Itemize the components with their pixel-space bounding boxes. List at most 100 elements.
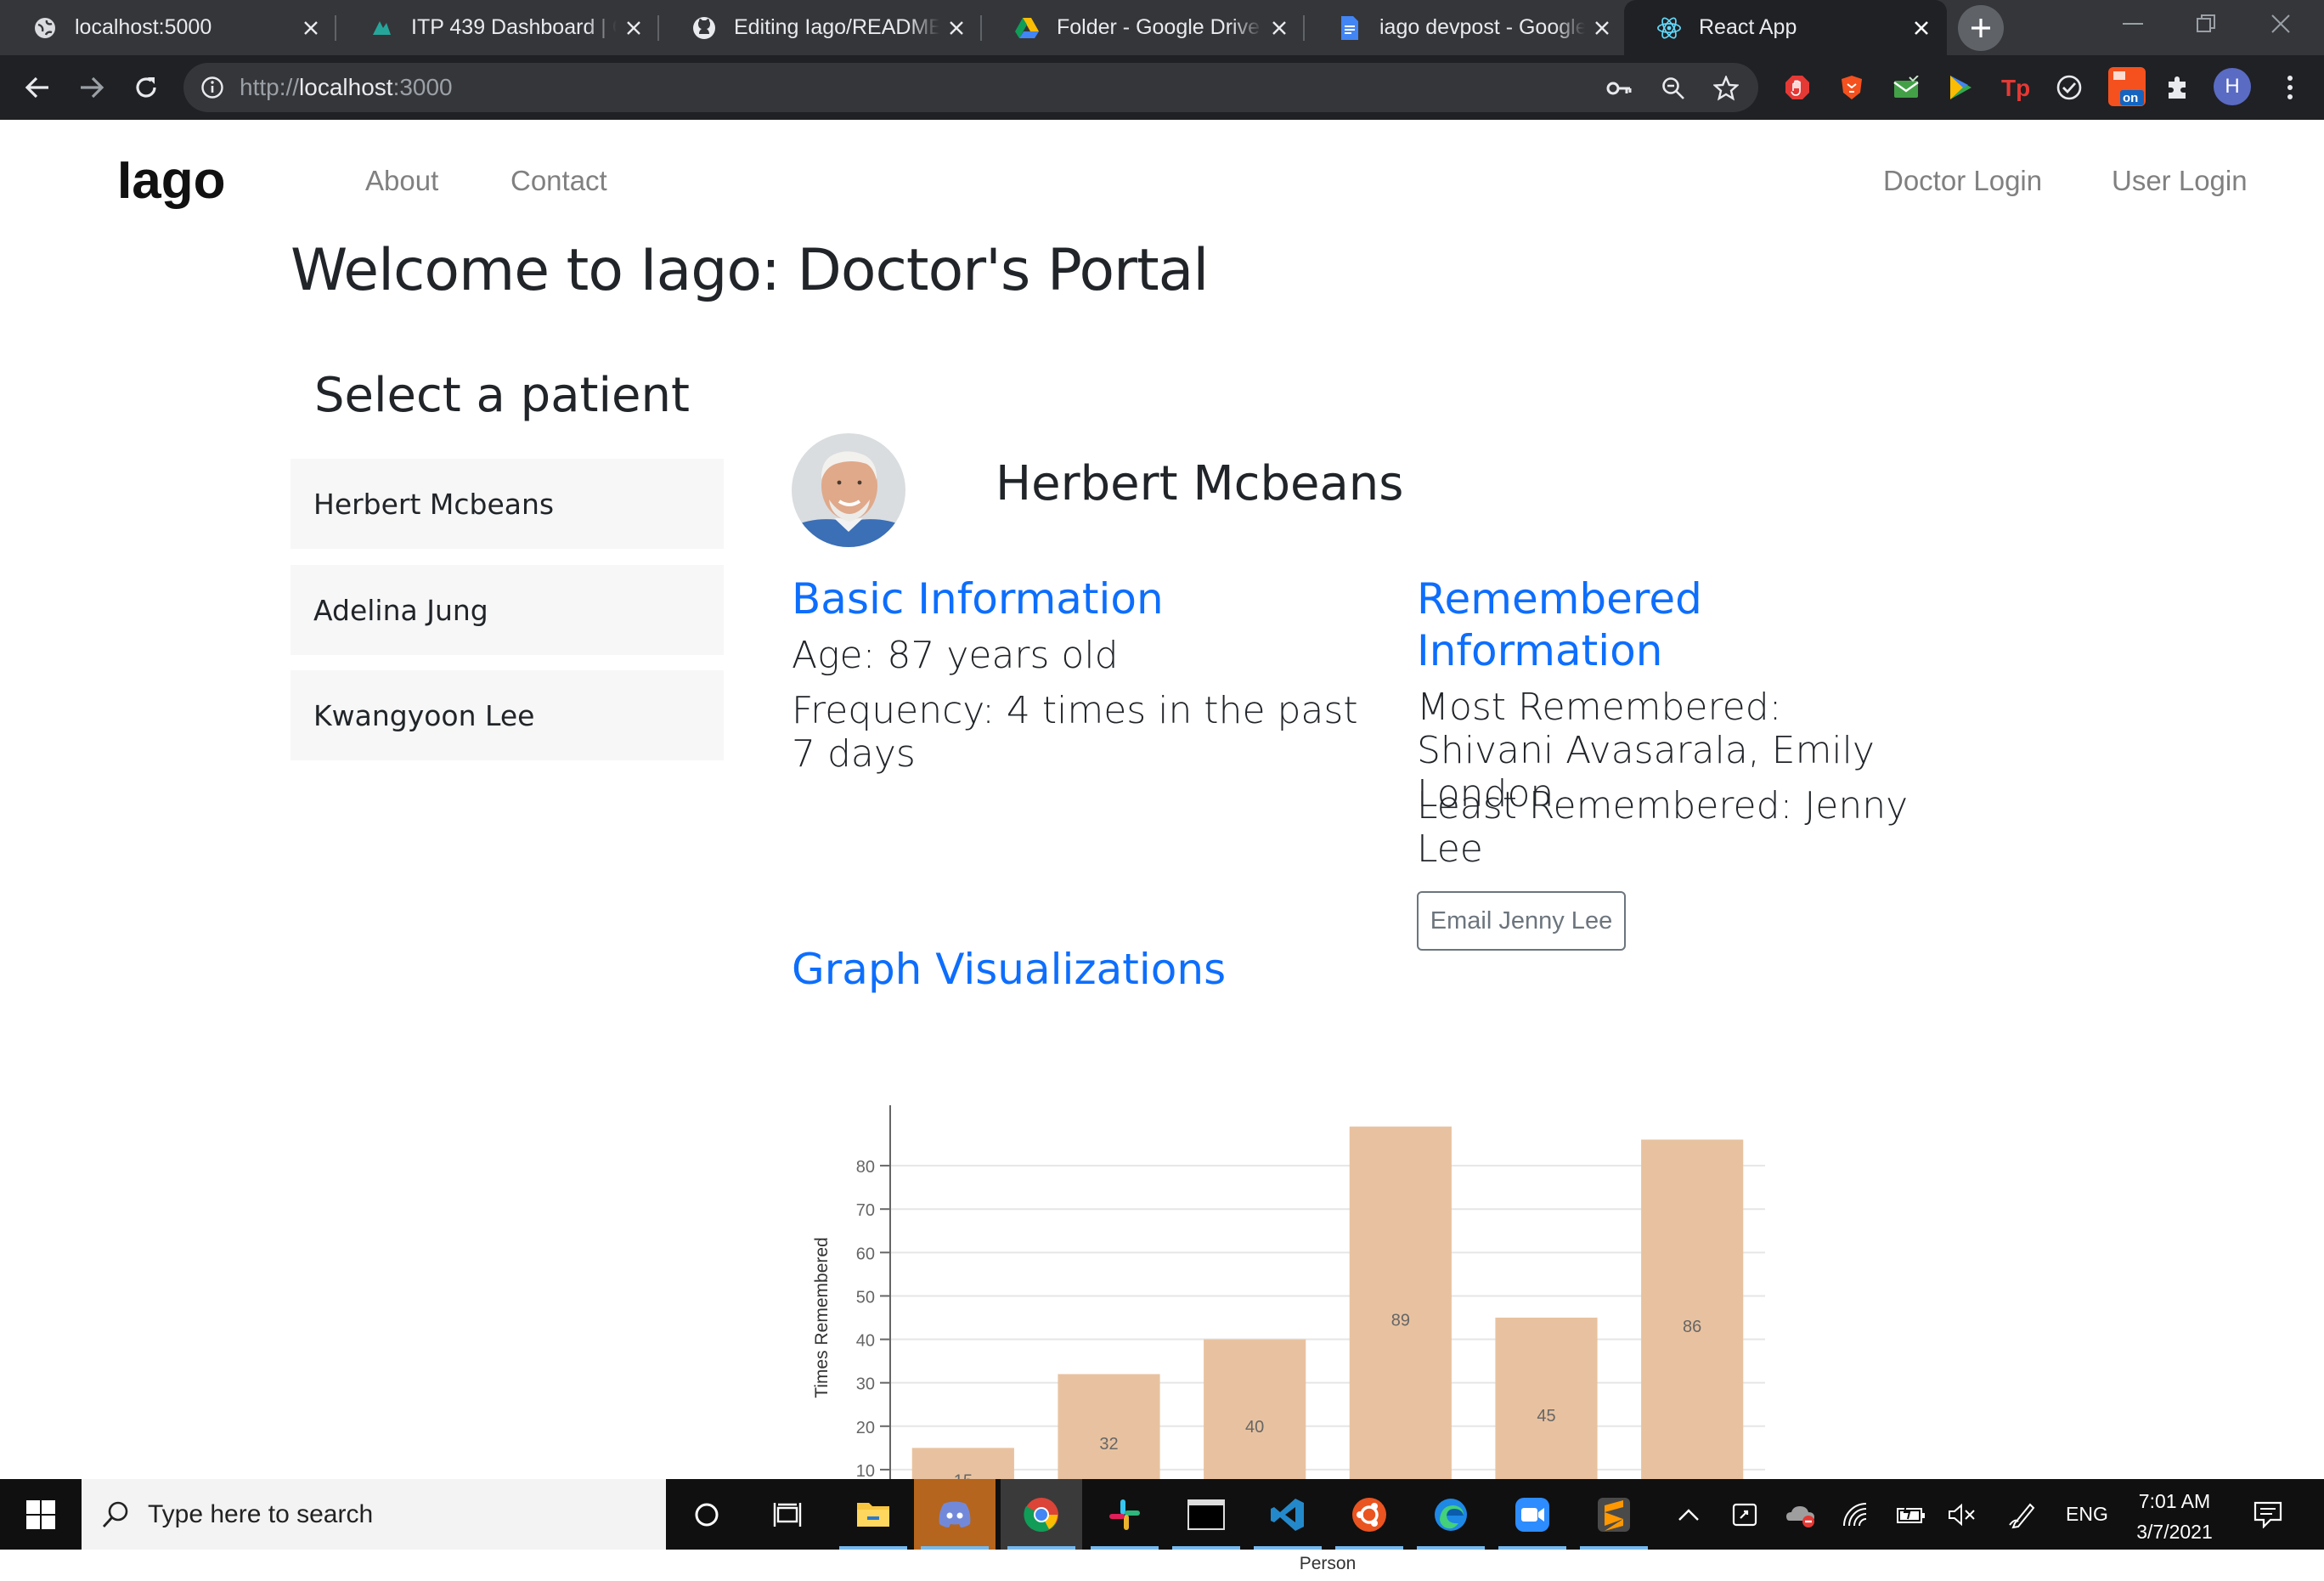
tab-localhost-5000[interactable]: localhost:5000	[0, 0, 336, 55]
profile-avatar[interactable]: H	[2214, 68, 2251, 105]
tab-google-docs[interactable]: iago devpost - Google Docs	[1305, 0, 1627, 55]
info-icon[interactable]	[200, 76, 224, 99]
brave-lion-extension-icon[interactable]	[1835, 71, 1869, 104]
close-tab-icon[interactable]	[617, 11, 651, 45]
zoom-taskbar-icon[interactable]	[1492, 1479, 1573, 1550]
patient-age: Age: 87 years old	[792, 634, 1119, 677]
patient-avatar	[792, 433, 905, 547]
address-bar[interactable]: http://localhost:3000	[183, 63, 1758, 112]
tab-itp-dashboard[interactable]: ITP 439 Dashboard | Grades	[336, 0, 659, 55]
tab-title: React App	[1699, 15, 1797, 39]
adblock-extension-icon[interactable]	[1780, 71, 1814, 104]
browser-toolbar: http://localhost:3000 Tp on H	[0, 55, 2324, 120]
vscode-taskbar-icon[interactable]	[1247, 1479, 1328, 1550]
url-text: http://localhost:3000	[240, 74, 453, 100]
bar-value-label: 89	[1391, 1312, 1410, 1330]
tp-extension-icon[interactable]: Tp	[1998, 71, 2032, 104]
browser-tab-strip: localhost:5000 ITP 439 Dashboard | Grade…	[0, 0, 2324, 55]
edge-taskbar-icon[interactable]	[1410, 1479, 1492, 1550]
bar-value-label: 45	[1537, 1407, 1555, 1426]
restore-button[interactable]	[2168, 0, 2244, 47]
nav-about-link[interactable]: About	[365, 165, 438, 197]
forward-button[interactable]	[70, 65, 114, 110]
close-tab-icon[interactable]	[1262, 11, 1296, 45]
back-button[interactable]	[15, 65, 59, 110]
terminal-taskbar-icon[interactable]	[1165, 1479, 1247, 1550]
more-menu-icon[interactable]	[2273, 71, 2307, 104]
file-explorer-taskbar-icon[interactable]	[832, 1479, 914, 1550]
meet-now-icon[interactable]	[1729, 1498, 1763, 1532]
bookmark-star-icon[interactable]	[1709, 71, 1743, 105]
task-view-button[interactable]	[747, 1479, 829, 1550]
minimize-button[interactable]	[2095, 0, 2171, 47]
windows-taskbar: Type here to search ENG 7:01 AM 3/7/2021	[0, 1479, 2324, 1550]
pen-workspace-icon[interactable]	[2006, 1498, 2040, 1532]
bar-value-label: 32	[1099, 1435, 1118, 1454]
doctor-login-link[interactable]: Doctor Login	[1883, 165, 2042, 197]
volume-muted-icon[interactable]	[1945, 1498, 1979, 1532]
minimize-icon	[2123, 22, 2143, 25]
bar-value-label: 40	[1245, 1418, 1264, 1437]
check-circle-extension-icon[interactable]	[2052, 71, 2086, 104]
close-tab-icon[interactable]	[1904, 11, 1938, 45]
play-extension-icon[interactable]	[1943, 71, 1977, 104]
onedrive-icon[interactable]	[1784, 1498, 1818, 1532]
y-tick-label: 80	[856, 1158, 875, 1177]
key-icon[interactable]	[1602, 71, 1636, 105]
clock-time: 7:01 AM	[2138, 1490, 2211, 1512]
discord-taskbar-icon[interactable]	[914, 1479, 996, 1550]
tab-title: Folder - Google Drive	[1057, 15, 1260, 39]
back-arrow-icon	[25, 76, 48, 99]
web-page: Iago About Contact Doctor Login User Log…	[0, 120, 2324, 1573]
nav-contact-link[interactable]: Contact	[510, 165, 607, 197]
search-placeholder: Type here to search	[148, 1499, 374, 1528]
new-tab-button[interactable]	[1958, 5, 2004, 51]
x-axis-title: Person	[1300, 1554, 1357, 1573]
taskbar-clock[interactable]: 7:01 AM 3/7/2021	[2124, 1486, 2225, 1547]
tab-github-readme[interactable]: Editing Iago/README.md	[659, 0, 982, 55]
patient-item-adelina-jung[interactable]: Adelina Jung	[290, 565, 724, 655]
canvas-icon	[369, 15, 394, 41]
sublime-text-taskbar-icon[interactable]	[1573, 1479, 1655, 1550]
react-icon	[1656, 15, 1682, 41]
svg-text:Tp: Tp	[2001, 75, 2029, 101]
start-button[interactable]	[0, 1479, 82, 1550]
patient-item-kwangyoon-lee[interactable]: Kwangyoon Lee	[290, 670, 724, 760]
user-login-link[interactable]: User Login	[2112, 165, 2248, 197]
on-toggle-extension-icon[interactable]: on	[2108, 67, 2146, 106]
patient-item-herbert-mcbeans[interactable]: Herbert Mcbeans	[290, 459, 724, 549]
close-tab-icon[interactable]	[939, 11, 973, 45]
close-window-button[interactable]	[2242, 0, 2319, 47]
cortana-button[interactable]	[666, 1479, 747, 1550]
search-icon	[100, 1499, 131, 1530]
patient-name-heading: Herbert Mcbeans	[996, 456, 1404, 511]
notifications-icon[interactable]	[2251, 1498, 2285, 1532]
chrome-taskbar-icon[interactable]	[1001, 1479, 1082, 1550]
reload-button[interactable]	[124, 65, 168, 110]
y-tick-label: 20	[856, 1419, 875, 1437]
github-icon	[691, 15, 717, 41]
y-tick-label: 30	[856, 1375, 875, 1394]
ubuntu-taskbar-icon[interactable]	[1328, 1479, 1410, 1550]
slack-taskbar-icon[interactable]	[1084, 1479, 1165, 1550]
y-tick-label: 10	[856, 1462, 875, 1481]
puzzle-extensions-icon[interactable]	[2161, 71, 2195, 104]
wifi-icon[interactable]	[1840, 1498, 1874, 1532]
zoom-icon[interactable]	[1656, 71, 1690, 105]
brand-logo[interactable]: Iago	[117, 150, 225, 211]
battery-icon[interactable]	[1894, 1498, 1928, 1532]
close-tab-icon[interactable]	[294, 11, 328, 45]
close-tab-icon[interactable]	[1585, 11, 1619, 45]
email-jenny-lee-button[interactable]: Email Jenny Lee	[1417, 891, 1626, 951]
chevron-up-icon[interactable]	[1672, 1498, 1706, 1532]
y-tick-label: 60	[856, 1245, 875, 1263]
language-indicator[interactable]: ENG	[2066, 1503, 2108, 1526]
clock-date: 3/7/2021	[2136, 1521, 2213, 1543]
windows-logo-icon	[26, 1499, 55, 1529]
taskbar-search-box[interactable]: Type here to search	[82, 1479, 666, 1550]
tab-google-drive[interactable]: Folder - Google Drive	[982, 0, 1305, 55]
mail-checker-extension-icon[interactable]	[1889, 71, 1923, 104]
y-tick-label: 50	[856, 1288, 875, 1307]
tab-react-app[interactable]: React App	[1624, 0, 1947, 55]
y-axis-title: Times Remembered	[812, 1237, 832, 1397]
